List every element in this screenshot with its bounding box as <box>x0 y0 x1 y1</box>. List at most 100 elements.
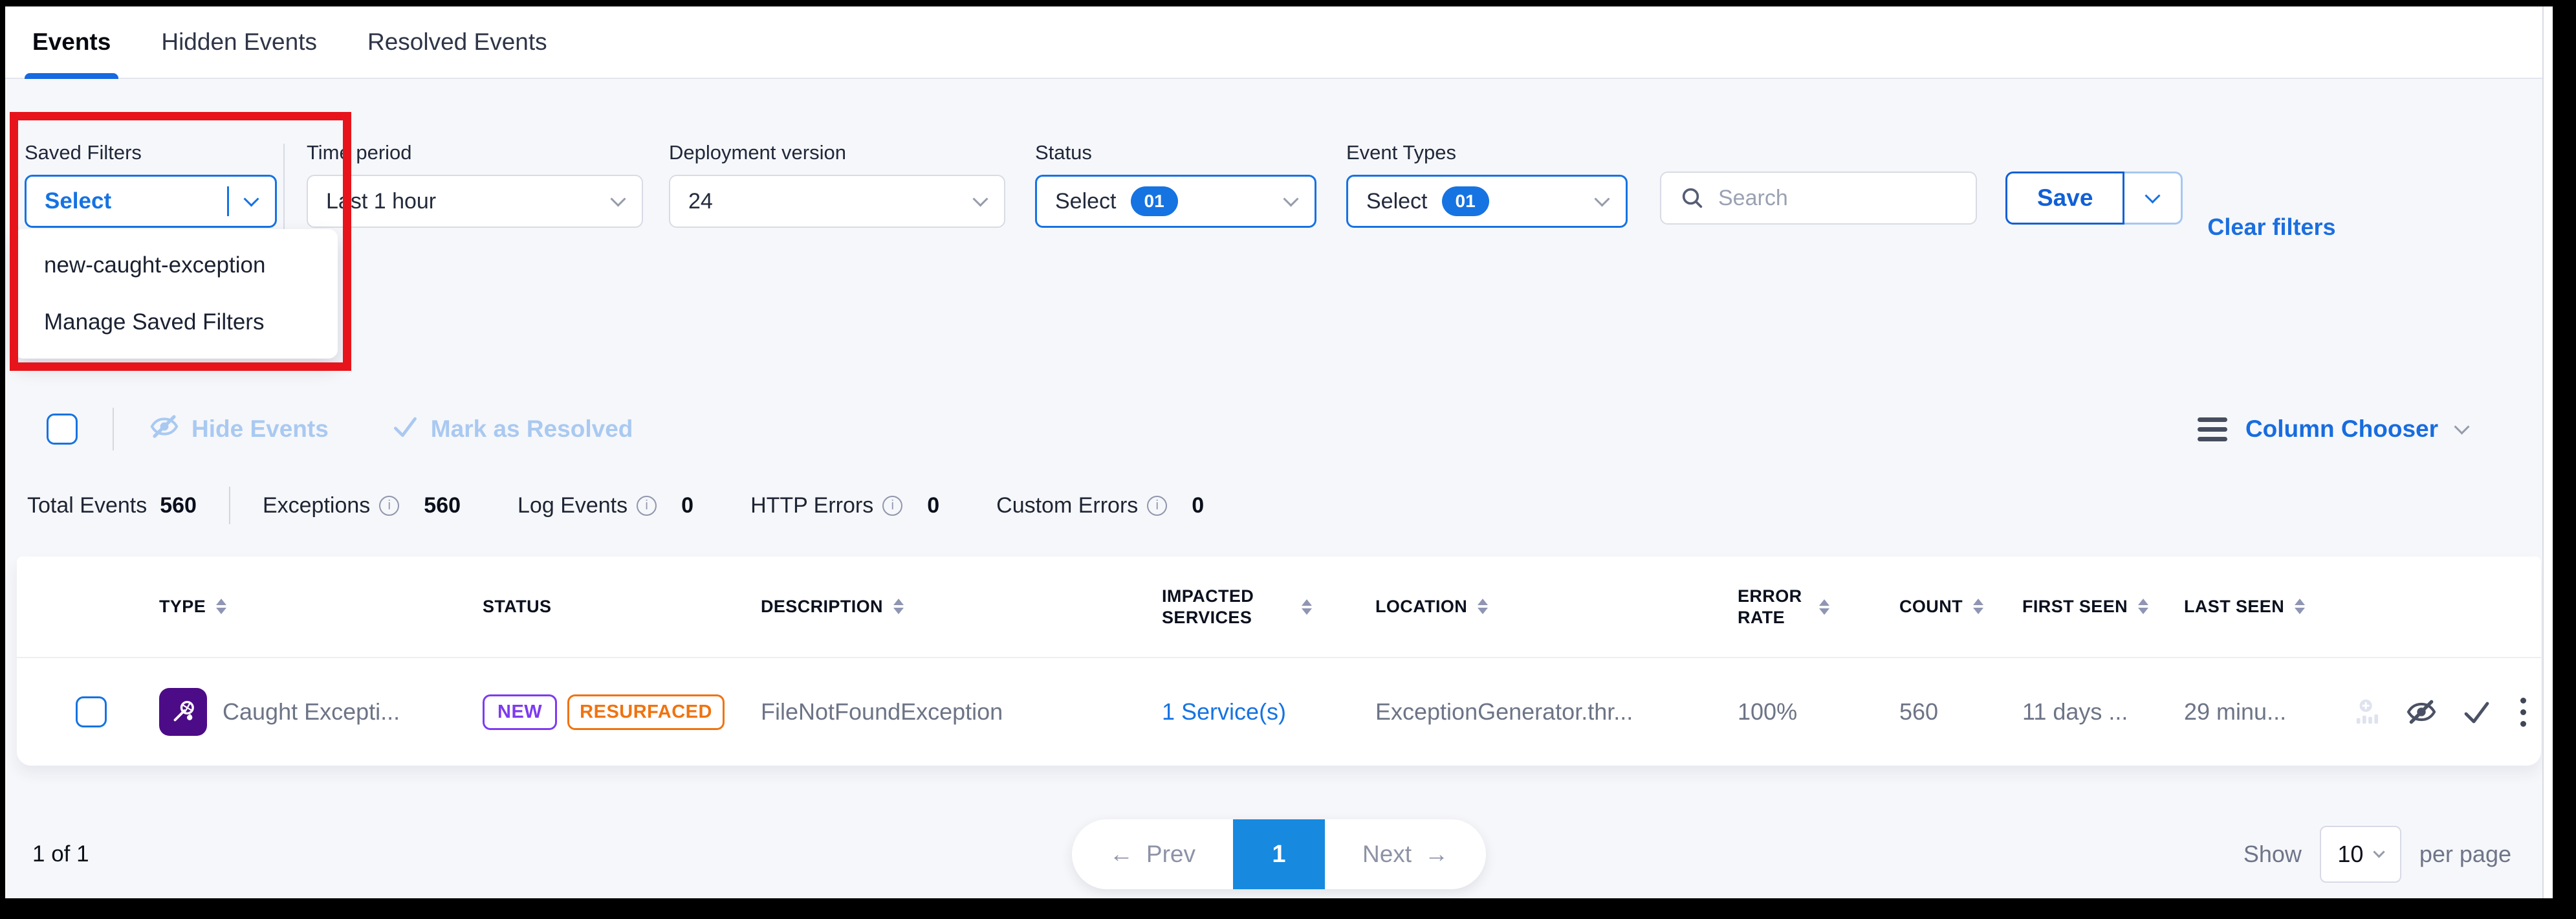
hide-event-icon[interactable] <box>2405 696 2438 728</box>
tab-events[interactable]: Events <box>32 6 111 78</box>
chart-plus-icon[interactable] <box>2352 697 2382 727</box>
status-badge-resurfaced: RESURFACED <box>567 694 725 730</box>
sort-icon[interactable] <box>1973 599 1983 614</box>
chevron-down-icon <box>972 191 988 206</box>
column-label: IMPACTED SERVICES <box>1162 586 1291 628</box>
column-label: LOCATION <box>1375 596 1467 617</box>
sort-icon[interactable] <box>893 599 904 614</box>
status-count-badge: 01 <box>1131 186 1178 216</box>
sort-icon[interactable] <box>1819 599 1829 615</box>
row-error-rate-cell: 100% <box>1718 698 1880 725</box>
dropdown-item-manage-saved-filters[interactable]: Manage Saved Filters <box>14 294 338 351</box>
per-page-label: per page <box>2419 841 2511 868</box>
column-header-last-seen[interactable]: LAST SEEN <box>2165 596 2333 617</box>
sort-icon[interactable] <box>1302 599 1312 615</box>
saved-filters-value: Select <box>45 188 111 214</box>
table-header-row: TYPE STATUS DESCRIPTION IMPACTED SERVICE… <box>17 557 2541 657</box>
table-row: Caught Excepti... NEW RESURFACED FileNot… <box>17 657 2541 766</box>
tab-resolved-events[interactable]: Resolved Events <box>367 6 547 78</box>
event-types-label: Event Types <box>1346 141 1628 164</box>
column-label: STATUS <box>483 596 551 617</box>
column-label: DESCRIPTION <box>761 596 883 617</box>
column-header-count[interactable]: COUNT <box>1880 596 2003 617</box>
deployment-version-select[interactable]: 24 <box>669 175 1005 228</box>
bulk-actions-bar: Hide Events Mark as Resolved Column Choo… <box>5 408 2553 450</box>
show-label: Show <box>2243 841 2302 868</box>
metric-value: 0 <box>681 493 693 518</box>
column-chooser-button[interactable]: Column Chooser <box>2198 415 2467 443</box>
chevron-down-icon <box>2454 419 2469 434</box>
column-header-status: STATUS <box>463 596 741 617</box>
pagination-bar: 1 of 1 ← Prev 1 Next → Show 10 per page <box>5 806 2553 898</box>
eye-off-icon <box>149 411 180 448</box>
clear-filters-button[interactable]: Clear filters <box>2207 214 2335 241</box>
select-all-checkbox[interactable] <box>47 414 78 445</box>
chevron-down-icon <box>1594 191 1610 206</box>
summary-bar: Total Events 560 Exceptions i 560 Log Ev… <box>5 487 2553 524</box>
event-types-group: Event Types Select 01 <box>1346 141 1628 228</box>
time-period-value: Last 1 hour <box>326 189 436 214</box>
status-group: Status Select 01 <box>1035 141 1316 228</box>
metric-exceptions: Exceptions i 560 <box>263 493 461 518</box>
row-impacted-services-cell: 1 Service(s) <box>1142 698 1356 725</box>
info-icon[interactable]: i <box>882 496 902 516</box>
sort-icon[interactable] <box>2295 599 2305 614</box>
save-dropdown-button[interactable] <box>2124 172 2183 225</box>
status-select[interactable]: Select 01 <box>1035 175 1316 228</box>
chevron-down-icon <box>610 191 626 206</box>
sort-icon[interactable] <box>1478 599 1488 614</box>
column-label: TYPE <box>159 596 206 617</box>
caught-exception-icon <box>159 688 207 736</box>
time-period-group: Time period Last 1 hour <box>307 141 643 228</box>
column-chooser-label: Column Chooser <box>2245 415 2438 443</box>
column-label: LAST SEEN <box>2184 596 2284 617</box>
row-description-cell: FileNotFoundException <box>741 698 1142 725</box>
impacted-services-link[interactable]: 1 Service(s) <box>1162 698 1286 725</box>
column-header-error-rate[interactable]: ERROR RATE <box>1718 586 1880 628</box>
resolve-event-icon[interactable] <box>2461 696 2492 727</box>
metric-http-errors: HTTP Errors i 0 <box>750 493 939 518</box>
dropdown-item-new-caught-exception[interactable]: new-caught-exception <box>14 237 338 294</box>
sort-icon[interactable] <box>216 599 226 614</box>
info-icon[interactable]: i <box>379 496 399 516</box>
info-icon[interactable]: i <box>1147 496 1167 516</box>
total-events-label: Total Events <box>27 493 147 518</box>
save-label: Save <box>2037 184 2093 212</box>
column-header-first-seen[interactable]: FIRST SEEN <box>2003 596 2165 617</box>
column-header-location[interactable]: LOCATION <box>1356 596 1718 617</box>
chevron-down-icon <box>2374 846 2385 858</box>
metric-value: 0 <box>1192 493 1204 518</box>
chevron-down-icon <box>1283 191 1298 206</box>
next-page-button[interactable]: Next → <box>1325 841 1486 868</box>
column-label: COUNT <box>1899 596 1963 617</box>
event-types-select[interactable]: Select 01 <box>1346 175 1628 228</box>
column-header-type[interactable]: TYPE <box>140 596 463 617</box>
event-types-count-badge: 01 <box>1442 186 1489 216</box>
filters-divider <box>283 144 285 234</box>
column-header-description[interactable]: DESCRIPTION <box>741 596 1142 617</box>
tab-hidden-events[interactable]: Hidden Events <box>161 6 317 78</box>
hide-events-button[interactable]: Hide Events <box>149 411 329 448</box>
mark-resolved-button[interactable]: Mark as Resolved <box>391 412 633 447</box>
row-status-cell: NEW RESURFACED <box>463 694 741 730</box>
kebab-menu-icon[interactable] <box>2515 695 2531 729</box>
metric-custom-errors: Custom Errors i 0 <box>996 493 1204 518</box>
metric-value: 0 <box>927 493 939 518</box>
time-period-select[interactable]: Last 1 hour <box>307 175 643 228</box>
page-size-select[interactable]: 10 <box>2320 826 2401 883</box>
metric-label: Exceptions <box>263 493 370 518</box>
scrollbar-track[interactable] <box>2544 6 2553 898</box>
info-icon[interactable]: i <box>637 496 657 516</box>
column-header-impacted-services[interactable]: IMPACTED SERVICES <box>1142 586 1356 628</box>
event-types-value: Select <box>1366 189 1428 214</box>
sort-icon[interactable] <box>2138 599 2148 614</box>
check-icon <box>391 412 419 447</box>
search-input[interactable] <box>1718 186 1958 211</box>
metric-label: Log Events <box>518 493 628 518</box>
saved-filters-select[interactable]: Select <box>25 175 277 228</box>
chevron-down-icon <box>243 191 259 206</box>
prev-page-button[interactable]: ← Prev <box>1072 841 1233 868</box>
row-checkbox[interactable] <box>76 696 107 727</box>
current-page-button[interactable]: 1 <box>1233 819 1325 889</box>
save-button[interactable]: Save <box>2005 172 2124 225</box>
